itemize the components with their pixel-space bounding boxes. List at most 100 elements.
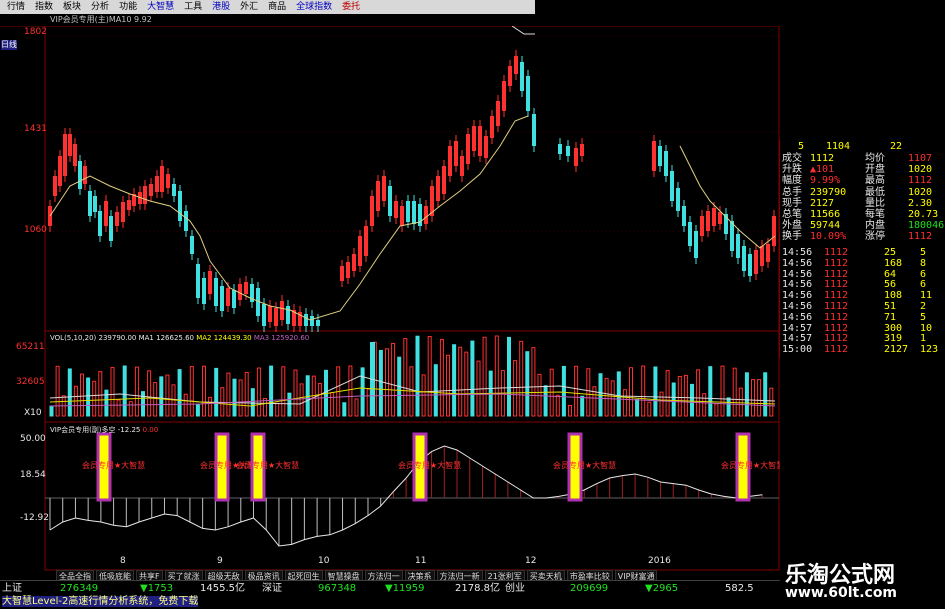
volume-bar	[622, 389, 627, 417]
candle-body	[484, 136, 488, 158]
market-sh-amt: 1455.5亿	[200, 583, 245, 594]
volume-bar	[470, 340, 475, 417]
quote-field-value: 20.73	[908, 209, 939, 220]
menu-item-9[interactable]: 商品	[263, 0, 291, 14]
osc-axis-label: 18.54	[20, 470, 46, 480]
volume-bar	[769, 387, 774, 417]
volume-bar	[427, 335, 432, 417]
market-sz-amt: 2178.8亿	[455, 583, 500, 594]
volume-bar	[232, 378, 237, 417]
candle-body	[658, 146, 662, 166]
candle-body	[68, 134, 72, 156]
candle-body	[712, 208, 716, 226]
price-axis-label: 1060	[24, 225, 47, 235]
candle-body	[670, 171, 674, 201]
candle-body	[160, 166, 164, 192]
candle-body	[766, 244, 770, 262]
menu-item-0[interactable]: 行情	[2, 0, 30, 14]
osc-axis-label: -12.92	[20, 513, 50, 523]
candle-body	[580, 144, 584, 156]
candle-body	[149, 184, 153, 196]
candle-body	[115, 212, 119, 226]
volume-bar	[256, 367, 261, 417]
menu-item-4[interactable]: 功能	[114, 0, 142, 14]
volume-bar	[287, 392, 292, 417]
volume-bar	[391, 342, 396, 417]
menu-item-3[interactable]: 分析	[86, 0, 114, 14]
menu-item-6[interactable]: 工具	[179, 0, 207, 14]
volume-bar	[354, 398, 359, 417]
tick-count: 11	[920, 290, 933, 302]
volume-bar	[458, 346, 463, 417]
market-sz-vol: 967348	[318, 583, 357, 594]
candle-body	[478, 126, 482, 156]
candle-body	[700, 216, 704, 236]
chart-title-bar: VIP会员专用(主)MA10 9.92	[0, 14, 535, 26]
market-sz-label: 深证	[262, 583, 282, 594]
volume-bar	[635, 399, 640, 417]
quote-field-value: 1020	[908, 164, 933, 176]
volume-bar	[110, 367, 115, 417]
candle-body	[155, 176, 159, 192]
volume-bar	[659, 391, 664, 417]
quote-field-value: 1107	[908, 153, 933, 164]
menu-item-7[interactable]: 港股	[207, 0, 235, 14]
volume-axis-label: 32605	[16, 377, 45, 387]
candle-body	[127, 200, 131, 210]
volume-bar	[128, 401, 133, 417]
candle-body	[400, 206, 404, 226]
oscillator-header: VIP会员专用(副)多空 -12.25 0.00	[50, 426, 159, 434]
period-label[interactable]: 日线	[1, 40, 17, 50]
candle-body	[316, 320, 320, 326]
volume-bar	[665, 370, 670, 417]
candle-body	[63, 134, 67, 176]
signal-label: 会员专用★大智慧	[82, 460, 145, 470]
candle-body	[490, 116, 494, 138]
volume-bar	[726, 397, 731, 417]
quote-field-value: 1112	[908, 175, 933, 187]
candle-body	[364, 226, 368, 256]
x-axis-label: 11	[415, 556, 427, 566]
candle-body	[178, 191, 182, 221]
menu-item-5[interactable]: 大智慧	[142, 0, 179, 14]
menu-item-10[interactable]: 全球指数	[291, 0, 337, 14]
candle-body	[742, 246, 746, 271]
volume-bar	[415, 335, 420, 417]
candle-body	[442, 166, 446, 194]
volume-bar	[446, 354, 450, 417]
volume-bar	[702, 393, 707, 417]
candle-body	[109, 216, 113, 241]
volume-bar	[116, 399, 121, 417]
tick-count: 8	[920, 257, 927, 269]
menu-item-1[interactable]: 指数	[30, 0, 58, 14]
volume-header: VOL(5,10,20) 239790.00 MA1 126625.60 MA2…	[50, 334, 310, 342]
volume-bar	[226, 372, 231, 417]
tick-count: 123	[920, 344, 939, 356]
volume-bar	[244, 371, 249, 417]
volume-bar	[195, 403, 200, 417]
candle-body	[532, 114, 536, 146]
volume-bar	[757, 379, 762, 417]
candle-body	[664, 151, 668, 176]
tick-count: 1	[920, 333, 927, 345]
volume-bar	[250, 388, 255, 417]
volume-bar	[220, 387, 225, 417]
ma-line	[511, 26, 535, 35]
volume-bar	[507, 336, 511, 417]
kline-chart[interactable]: 会员专用★大智慧 会员专用★大智慧 会员专用★大智慧 会员专用★大智慧 会员专用★大智慧…	[0, 26, 780, 596]
market-sh-vol: 276349	[60, 583, 99, 594]
volume-bar	[732, 367, 737, 417]
menu-item-8[interactable]: 外汇	[235, 0, 263, 14]
candle-body	[73, 144, 77, 166]
x-axis-label: 12	[525, 556, 537, 566]
menu-item-11[interactable]: 委托	[337, 0, 365, 14]
volume-bar	[342, 402, 347, 417]
volume-bar	[293, 369, 298, 417]
volume-bar	[269, 365, 274, 417]
signal-label: 会员专用★大智慧	[553, 460, 616, 470]
candle-body	[520, 62, 524, 91]
candle-body	[58, 156, 62, 186]
volume-bar	[439, 338, 444, 417]
candle-body	[88, 191, 92, 216]
menu-item-2[interactable]: 板块	[58, 0, 86, 14]
